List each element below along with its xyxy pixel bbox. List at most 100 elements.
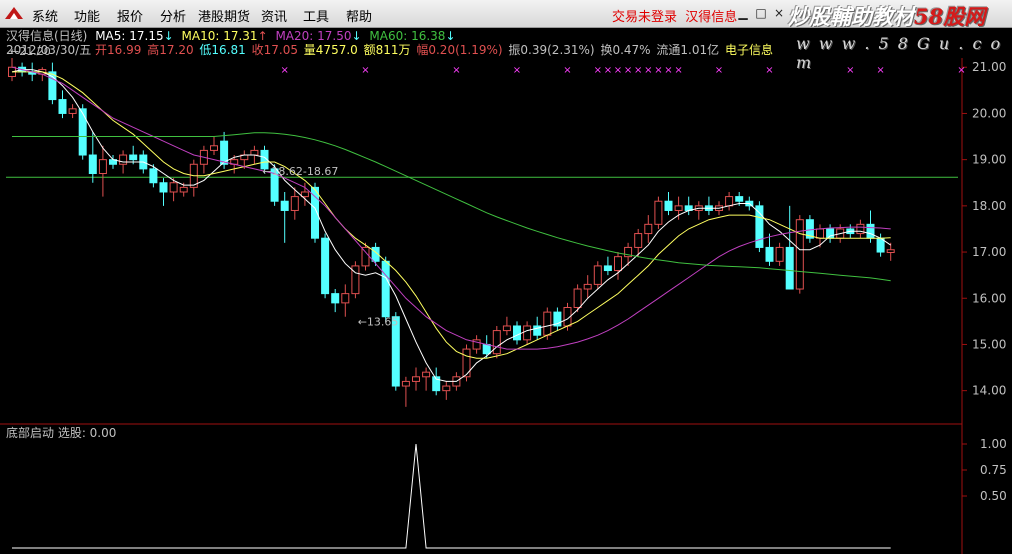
signal-mark: × — [281, 65, 289, 76]
signal-mark: × — [614, 65, 622, 76]
candle-body — [826, 228, 835, 239]
indicator-line — [12, 443, 891, 549]
price-tick-label: 15.00 — [972, 337, 1006, 351]
candle-body — [401, 380, 410, 387]
candle-body — [331, 293, 340, 304]
bar-high: 高17.20 — [147, 43, 194, 57]
bar-close: 收17.05 — [251, 43, 298, 57]
indicator-tick-label: 1.00 — [980, 437, 1007, 451]
bar-amplitude: 振0.39(2.31%) — [508, 43, 595, 57]
candle-body — [785, 246, 794, 290]
signal-mark: × — [715, 65, 723, 76]
candle-body — [583, 283, 592, 290]
candle-body — [644, 223, 653, 235]
candle-body — [280, 200, 289, 211]
candle-body — [513, 325, 521, 341]
ma60-value: MA60: 16.38 — [369, 29, 446, 43]
signal-mark: × — [604, 65, 612, 76]
candle-body — [412, 376, 420, 382]
candle-body — [78, 108, 87, 156]
candle-body — [169, 182, 178, 193]
indicator-title: 底部启动 选股: 0.00 — [6, 425, 116, 440]
candle-body — [300, 191, 309, 198]
candle-body — [614, 256, 622, 272]
candle-body — [210, 145, 218, 151]
candle-body — [129, 154, 138, 161]
candle-body — [482, 343, 491, 355]
signal-mark: × — [513, 65, 521, 76]
stock-title: 汉得信息(日线) — [6, 29, 88, 43]
signal-mark: × — [846, 65, 854, 76]
bar-info: 2012/03/30/五 开16.99 高17.20 低16.81 收17.05… — [6, 43, 777, 57]
candle-body — [502, 325, 511, 332]
ma5-value: MA5: 17.15 — [95, 29, 164, 43]
price-tick-label: 17.00 — [972, 245, 1006, 259]
price-annotation: ←18.62-18.67 — [262, 165, 338, 178]
signal-mark: × — [644, 65, 652, 76]
price-tick-label: 21.00 — [972, 60, 1006, 74]
bar-sector: 电子信息 — [724, 43, 773, 57]
signal-mark: × — [624, 65, 632, 76]
kline-chart[interactable]: 14.00 15.00 16.00 17.00 18.00 19.00 20.00 21.00… — [0, 0, 1012, 554]
candle-body — [765, 246, 774, 262]
price-tick-label: 19.00 — [972, 153, 1006, 167]
candle-body — [654, 200, 663, 225]
signal-mark: × — [361, 65, 369, 76]
price-tick-label: 18.00 — [972, 199, 1006, 213]
candle-body — [179, 186, 188, 193]
up-arrow-icon: ↑ — [257, 29, 268, 43]
candle-body — [98, 159, 107, 175]
ma10-value: MA10: 17.31 — [181, 29, 258, 43]
candle-body — [573, 288, 582, 308]
price-tick-label: 20.00 — [972, 106, 1006, 120]
candle-body — [886, 249, 895, 254]
candle-body — [422, 371, 431, 378]
candle-body — [492, 330, 501, 355]
candle-body — [816, 228, 824, 239]
ma-legend: 汉得信息(日线) MA5: 17.15↓ MA10: 17.31↑ MA20: … — [6, 29, 460, 43]
ma20-value: MA20: 17.50 — [275, 29, 352, 43]
candle-body — [381, 260, 390, 318]
candle-body — [341, 293, 350, 304]
candle-body — [149, 168, 158, 184]
signal-mark: × — [594, 65, 602, 76]
candle-body — [543, 311, 552, 336]
bar-change: 幅0.20(1.19%) — [416, 43, 503, 57]
signal-mark: × — [563, 65, 571, 76]
signal-mark: × — [664, 65, 672, 76]
candle-body — [664, 200, 673, 211]
signal-mark: × — [654, 65, 662, 76]
candle-body — [58, 99, 67, 114]
candle-body — [725, 196, 734, 207]
signal-mark: × — [765, 65, 773, 76]
candle-body — [593, 265, 602, 285]
candle-body — [795, 219, 804, 290]
indicator-tick-label: 0.75 — [980, 463, 1007, 477]
candle-body — [755, 205, 764, 248]
candle-body — [674, 205, 683, 211]
bar-amount: 额811万 — [363, 43, 411, 57]
candle-body — [88, 154, 97, 175]
signal-mark: × — [634, 65, 642, 76]
candle-body — [866, 223, 875, 239]
bar-date: 2012/03/30/五 — [6, 43, 92, 57]
candle-body — [68, 108, 77, 114]
candle-body — [290, 196, 299, 211]
candle-body — [523, 325, 532, 341]
candle-body — [119, 154, 128, 165]
price-annotation: ←13.65 — [358, 315, 399, 328]
price-tick-label: 14.00 — [972, 384, 1006, 398]
candle-body — [250, 149, 259, 156]
signal-mark: × — [876, 65, 884, 76]
bar-low: 低16.81 — [199, 43, 246, 57]
down-arrow-icon: ↓ — [163, 29, 174, 43]
candle-body — [159, 182, 168, 193]
signal-mark: × — [957, 65, 965, 76]
candle-body — [603, 265, 612, 272]
signal-mark: × — [452, 65, 460, 76]
down-arrow-icon: ↓ — [445, 29, 456, 43]
bar-float-cap: 流通1.01亿 — [656, 43, 720, 57]
candle-body — [634, 233, 643, 248]
down-arrow-icon: ↓ — [351, 29, 362, 43]
price-tick-label: 16.00 — [972, 291, 1006, 305]
